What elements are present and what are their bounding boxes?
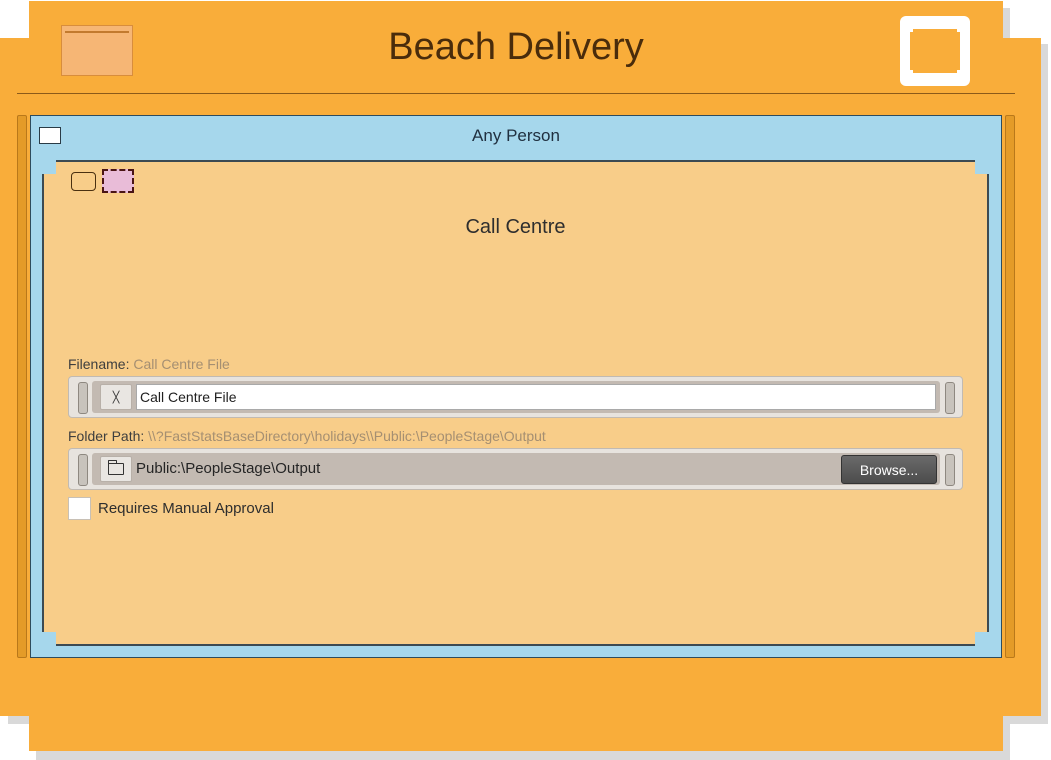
filename-track: ╳ [92,381,940,413]
delivery-card-screen: Beach Delivery Any Person Call Centre Fi… [0,0,1051,760]
document-icon [61,25,133,76]
folder-path-track: Public:\PeopleStage\Output Browse... [92,453,940,485]
field-right-cap [945,454,955,486]
filename-input[interactable] [136,384,936,410]
filename-label: Filename: [68,356,130,372]
panel-selected-icon[interactable] [102,169,134,193]
folder-path-label-row: Folder Path: \\?FastStatsBaseDirectory\h… [68,428,546,444]
folder-path-hint: \\?FastStatsBaseDirectory\holidays\\Publ… [148,428,546,444]
field-right-cap [945,382,955,414]
field-left-cap [78,382,88,414]
action-title: Call Centre [465,216,566,238]
folder-path-value[interactable]: Public:\PeopleStage\Output [136,460,320,477]
browse-button[interactable]: Browse... [841,455,937,484]
folder-path-label: Folder Path: [68,428,145,444]
panel-frame-icon[interactable] [71,172,96,191]
card-menu-button[interactable] [900,16,970,86]
filename-field: ╳ [68,376,963,418]
card-frame-icon [910,29,960,73]
manual-approval-checkbox[interactable] [68,497,91,520]
folder-icon[interactable] [100,456,132,482]
header-divider [17,93,1015,94]
right-rail [1005,115,1015,658]
folder-path-field: Public:\PeopleStage\Output Browse... [68,448,963,490]
card-title: Beach Delivery [388,26,644,68]
left-rail [17,115,27,658]
field-left-cap [78,454,88,486]
selection-panel-title: Any Person [472,126,560,145]
pen-icon[interactable]: ╳ [100,384,132,410]
filename-hint: Call Centre File [133,356,230,372]
filename-label-row: Filename: Call Centre File [68,356,230,372]
manual-approval-label[interactable]: Requires Manual Approval [98,500,274,517]
